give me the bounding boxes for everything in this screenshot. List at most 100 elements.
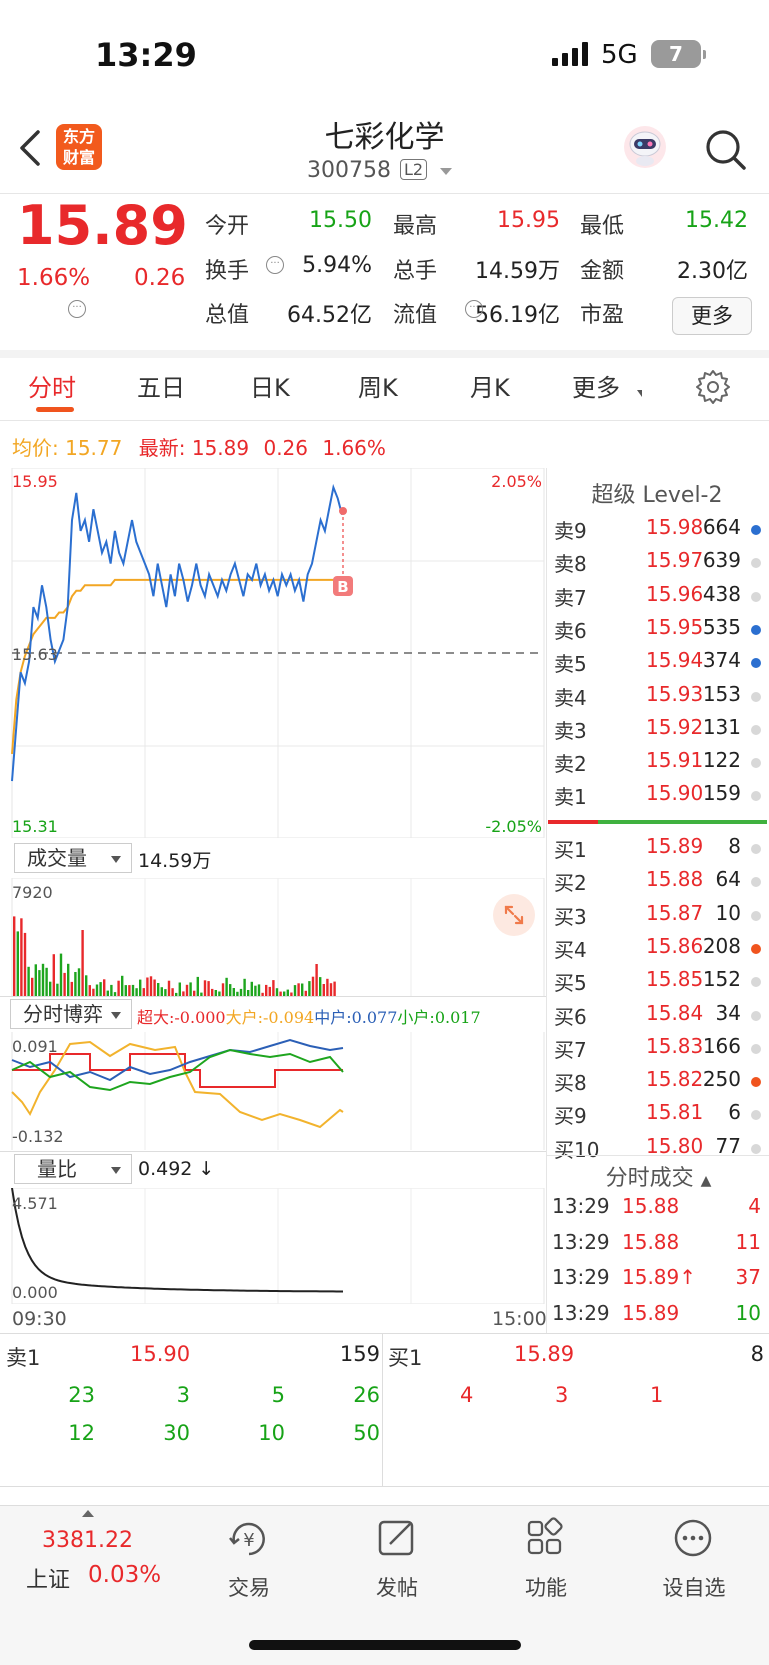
info-dots-icon[interactable]: ···	[68, 300, 86, 318]
volume-bar	[189, 982, 192, 996]
fund-flow-chart[interactable]: 0.091 -0.132	[0, 1032, 546, 1150]
price-line	[11, 483, 343, 782]
top-pct-label: 2.05%	[491, 472, 542, 491]
index-name[interactable]: 上证	[26, 1562, 70, 1594]
section-gap	[0, 350, 769, 358]
order-level-row[interactable]: 买2 15.88 64	[548, 867, 769, 900]
expand-chart-icon[interactable]	[493, 894, 535, 936]
cellular-signal-icon	[552, 42, 592, 70]
ask-queue-item: 30	[163, 1421, 190, 1445]
order-level-row[interactable]: 卖2 15.91 122	[548, 748, 769, 781]
order-level-row[interactable]: 买1 15.89 8	[548, 834, 769, 867]
index-value[interactable]: 3381.22	[42, 1528, 133, 1553]
level-volume: 6	[728, 1100, 741, 1125]
level-volume: 374	[702, 648, 741, 673]
level-label: 卖6	[554, 618, 587, 643]
battery-icon: 7	[651, 40, 701, 68]
legend-item: 超大:-0.000	[137, 1008, 226, 1027]
volume-bar	[74, 972, 77, 996]
order-level-row[interactable]: 卖5 15.94 374	[548, 648, 769, 681]
order-level-row[interactable]: 买4 15.86 208	[548, 934, 769, 967]
order-level-row[interactable]: 卖7 15.96 438	[548, 582, 769, 615]
order-level-row[interactable]: 买6 15.84 34	[548, 1001, 769, 1034]
order-level-row[interactable]: 卖3 15.92 131	[548, 715, 769, 748]
volume-ratio-chart[interactable]: 4.571 0.000	[0, 1188, 546, 1304]
divider	[0, 1151, 546, 1152]
time-end-label: 15:00	[492, 1308, 547, 1330]
volume-bar	[13, 916, 16, 996]
search-icon[interactable]	[704, 128, 748, 176]
ask-queue-item: 10	[258, 1421, 285, 1445]
order-level-row[interactable]: 买3 15.87 10	[548, 901, 769, 934]
stock-code[interactable]: 300758	[307, 158, 391, 183]
volume-bar	[59, 953, 63, 996]
level-dot-icon	[751, 1043, 761, 1054]
order-level-row[interactable]: 买5 15.85 152	[548, 967, 769, 1000]
volume-bar	[225, 977, 228, 996]
robot-assistant-icon[interactable]	[622, 124, 668, 174]
intraday-price-chart[interactable]: B 15.95 2.05% 15.63 15.31 -2.05%	[0, 468, 546, 838]
level-label: 买1	[554, 838, 587, 862]
level-dot-icon	[751, 691, 761, 702]
more-stats-button[interactable]: 更多	[672, 297, 752, 335]
order-level-row[interactable]: 卖8 15.97 639	[548, 548, 769, 581]
level-dot-icon	[751, 758, 761, 769]
volume-bar	[297, 983, 300, 996]
summary-ask-label: 卖1	[6, 1346, 41, 1370]
divider	[382, 1334, 383, 1486]
settings-gear-icon[interactable]	[695, 368, 731, 408]
tab-0[interactable]: 分时	[28, 368, 76, 403]
index-pct[interactable]: 0.03%	[88, 1562, 161, 1588]
time-start-label: 09:30	[12, 1308, 67, 1330]
tab-5[interactable]: 更多	[572, 368, 620, 403]
volume-bar	[254, 985, 257, 996]
volume-bar	[178, 982, 181, 996]
volume-chart[interactable]: 7920	[0, 878, 546, 996]
info-dots-icon[interactable]: ···	[266, 256, 284, 274]
order-level-row[interactable]: 卖6 15.95 535	[548, 615, 769, 648]
order-level-row[interactable]: 卖4 15.93 153	[548, 682, 769, 715]
tick-volume: 4	[748, 1194, 761, 1218]
volume-indicator-select[interactable]: 成交量	[14, 843, 132, 873]
level-dot-icon	[751, 1077, 761, 1088]
level-price: 15.88	[646, 867, 704, 892]
level-dot-icon	[751, 1143, 761, 1154]
battery-tip	[703, 50, 706, 59]
ratio-indicator-select[interactable]: 量比	[14, 1154, 132, 1184]
game-indicator-select[interactable]: 分时博弈	[10, 999, 132, 1029]
volume-bar	[52, 954, 55, 996]
home-indicator[interactable]	[249, 1640, 521, 1650]
tick-trades-title[interactable]: 分时成交 ▲	[548, 1160, 769, 1192]
caret-down-icon[interactable]	[440, 168, 452, 175]
level-volume: 664	[702, 515, 741, 539]
order-level-row[interactable]: 卖1 15.90 159	[548, 781, 769, 814]
level2-badge: L2	[400, 159, 428, 180]
ratio-value: 0.492 ↓	[138, 1158, 215, 1180]
divider	[0, 996, 546, 997]
order-level-row[interactable]: 买7 15.83 166	[548, 1034, 769, 1067]
level-dot-icon	[751, 943, 761, 954]
tab-3[interactable]: 周K	[358, 368, 398, 403]
top-price-label: 15.95	[12, 472, 58, 491]
volume-bar	[301, 983, 304, 996]
game-max-label: 0.091	[12, 1037, 58, 1056]
info-dots-icon[interactable]: ···	[465, 300, 483, 318]
stat-label: 市盈	[580, 303, 625, 328]
ask-queue-item: 26	[353, 1383, 380, 1407]
ask-queue-item: 3	[176, 1383, 190, 1407]
tab-1[interactable]: 五日	[137, 368, 185, 403]
order-level-row[interactable]: 买9 15.81 6	[548, 1100, 769, 1133]
level-price: 15.95	[646, 614, 704, 639]
volume-bar	[265, 984, 268, 996]
level-volume: 208	[702, 933, 741, 958]
tab-2[interactable]: 日K	[250, 368, 290, 403]
volume-bar	[185, 984, 189, 996]
tab-4[interactable]: 月K	[470, 368, 510, 403]
stat-label: 最高	[393, 214, 438, 239]
more-caret-icon	[637, 390, 642, 397]
level-label: 卖4	[554, 685, 587, 710]
order-level-row[interactable]: 买8 15.82 250	[548, 1067, 769, 1100]
level-label: 买2	[554, 871, 587, 896]
order-level-row[interactable]: 卖9 15.98 664	[548, 515, 769, 548]
summary-bid-price: 15.89	[514, 1342, 575, 1366]
